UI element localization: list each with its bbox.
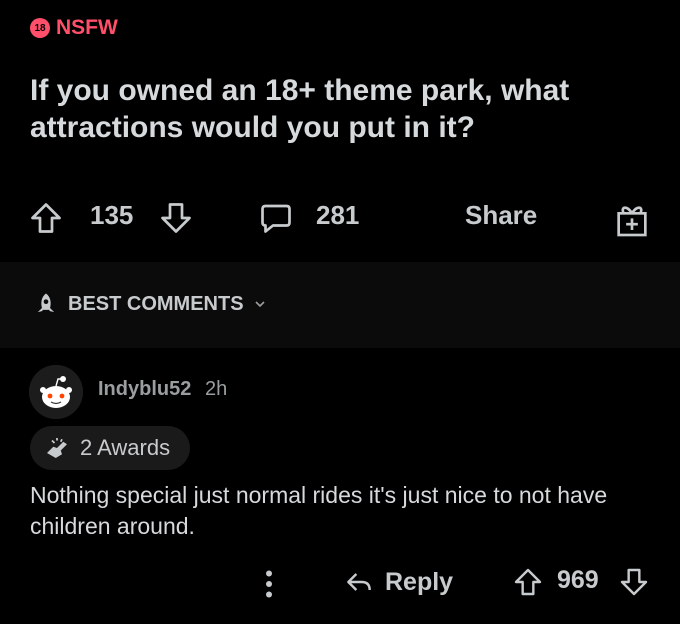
downvote-icon xyxy=(620,568,648,596)
comments-button[interactable] xyxy=(258,200,294,236)
nsfw-label: NSFW xyxy=(56,16,118,39)
reply-label: Reply xyxy=(385,567,454,596)
more-options-button[interactable] xyxy=(262,566,276,602)
upvote-button[interactable] xyxy=(28,200,64,236)
comment-icon xyxy=(261,204,291,233)
snoo-avatar-icon xyxy=(29,365,83,419)
reply-icon xyxy=(347,573,371,591)
sort-label: BEST COMMENTS xyxy=(68,292,244,315)
nsfw-18-icon: 18 xyxy=(30,18,50,38)
downvote-icon xyxy=(161,203,191,233)
post-title: If you owned an 18+ theme park, what att… xyxy=(30,74,570,144)
downvote-button[interactable] xyxy=(158,200,194,236)
award-icon xyxy=(47,438,67,458)
upvote-icon xyxy=(514,568,542,596)
comment-downvote-button[interactable] xyxy=(618,566,650,598)
nsfw-tag: 18 NSFW xyxy=(30,16,118,40)
comment-body: Nothing special just normal rides it's j… xyxy=(30,482,608,539)
chevron-down-icon xyxy=(254,301,265,308)
share-button[interactable]: Share xyxy=(465,200,537,231)
avatar[interactable] xyxy=(29,365,83,419)
give-award-button[interactable] xyxy=(612,200,652,240)
post-score: 135 xyxy=(90,200,134,230)
reply-button[interactable]: Reply xyxy=(343,566,453,598)
gift-icon xyxy=(617,206,647,237)
awards-label: 2 Awards xyxy=(80,435,171,460)
awards-badge[interactable]: 2 Awards xyxy=(30,426,190,470)
comment-time: 2h xyxy=(205,378,228,400)
more-vertical-icon xyxy=(266,570,272,598)
comment-upvote-button[interactable] xyxy=(512,566,544,598)
rocket-icon xyxy=(37,293,55,313)
comment-count: 281 xyxy=(316,200,360,230)
comment-score: 969 xyxy=(557,566,599,594)
comment-username[interactable]: Indyblu52 xyxy=(98,378,191,401)
sort-dropdown[interactable]: BEST COMMENTS xyxy=(32,290,268,318)
upvote-icon xyxy=(31,203,61,233)
